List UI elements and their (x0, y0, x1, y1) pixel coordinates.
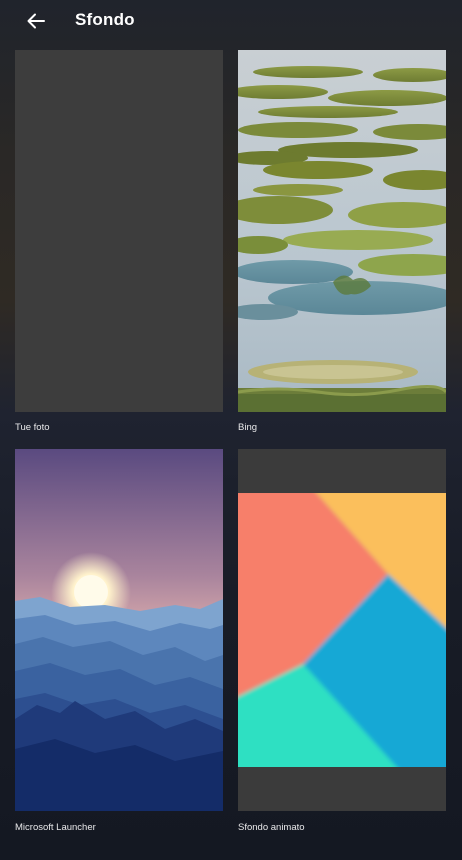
wallpaper-option-photos[interactable]: Tue foto (15, 50, 223, 433)
page-title: Sfondo (75, 10, 135, 29)
wallpaper-label: Tue foto (15, 422, 50, 433)
wallpaper-label: Microsoft Launcher (15, 822, 96, 833)
live-wallpaper-thumbnail (238, 449, 446, 811)
arrow-left-icon (27, 13, 45, 29)
launcher-thumbnail (15, 449, 223, 811)
wallpaper-option-microsoft-launcher[interactable]: Microsoft Launcher (15, 449, 223, 833)
photos-thumbnail (15, 50, 223, 412)
wallpaper-label: Sfondo animato (238, 822, 305, 833)
wallpaper-option-bing[interactable]: Bing (238, 50, 446, 433)
back-button[interactable] (22, 8, 50, 34)
wallpaper-option-live[interactable]: Sfondo animato (238, 449, 446, 833)
wallpaper-label: Bing (238, 422, 258, 433)
app-bar: Sfondo (0, 0, 462, 44)
bing-thumbnail (238, 50, 446, 412)
